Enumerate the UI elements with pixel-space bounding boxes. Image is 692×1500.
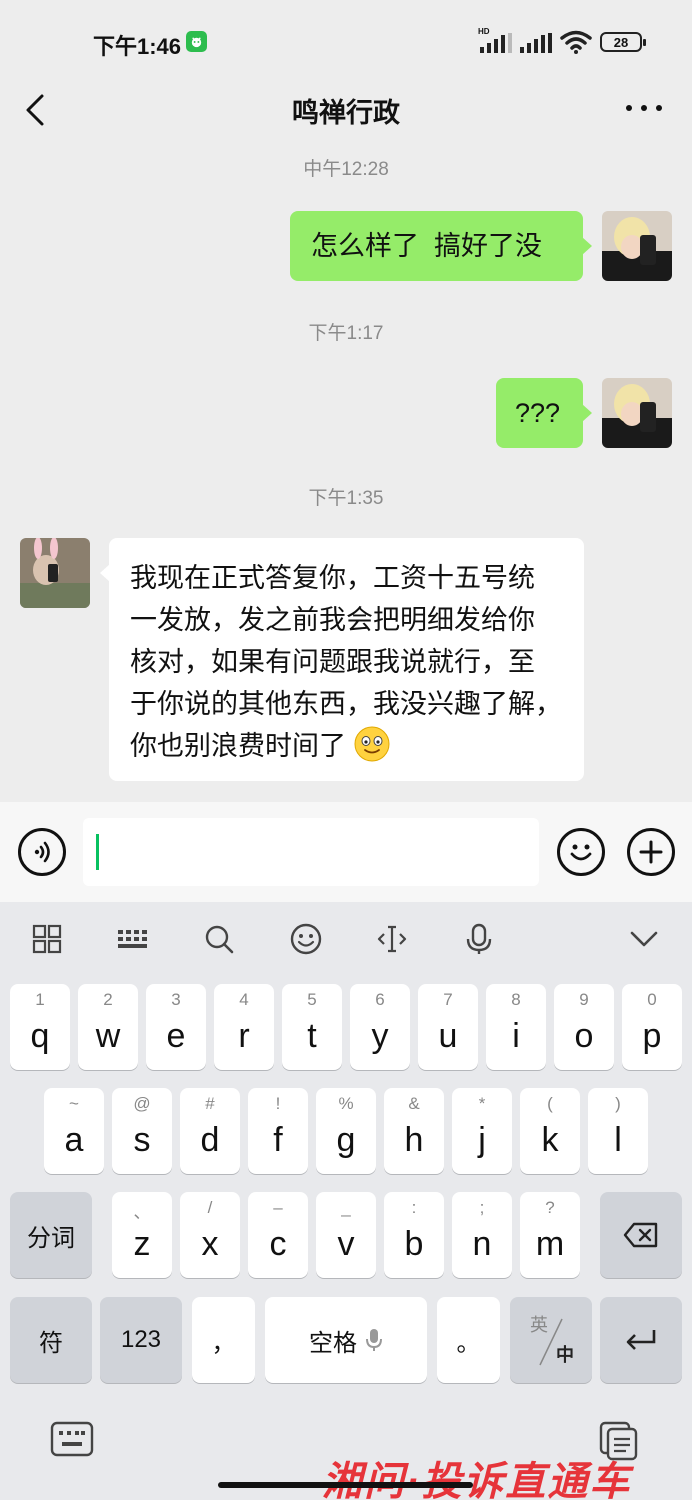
keyboard-layout-icon[interactable] (116, 922, 150, 956)
backspace-icon (623, 1222, 658, 1248)
collapse-keyboard-icon[interactable] (627, 922, 661, 956)
key-f[interactable]: ! f (248, 1088, 308, 1174)
key-y[interactable]: 6y (350, 984, 410, 1070)
emoji-face-icon (570, 844, 592, 861)
period-key[interactable]: 。 (437, 1297, 500, 1383)
word-segment-key[interactable]: 分词 (10, 1192, 92, 1278)
key-q[interactable]: 1q (10, 984, 70, 1070)
timestamp: 下午1:35 (308, 488, 384, 509)
key-j[interactable]: * j (452, 1088, 512, 1174)
key-i[interactable]: 8i (486, 984, 546, 1070)
key-c[interactable]: – c (248, 1192, 308, 1278)
enter-icon (626, 1330, 656, 1350)
text-caret (96, 834, 99, 870)
chat-title: 鸣禅行政 (292, 98, 400, 128)
my-avatar[interactable] (602, 211, 672, 281)
plus-icon (639, 840, 663, 864)
key-m[interactable]: ? m (520, 1192, 580, 1278)
search-icon[interactable] (202, 922, 236, 956)
message-line: 核对，如果有问题跟我说就行，至 (130, 647, 535, 677)
message-bubble-sent[interactable]: 怎么样了 搞好了没 (290, 211, 592, 281)
comma-key[interactable]: ， (192, 1297, 255, 1383)
message-bubble-received[interactable]: 我现在正式答复你，工资十五号统 一发放，发之前我会把明细发给你 核对，如果有问题… (100, 538, 584, 781)
key-t[interactable]: 5t (282, 984, 342, 1070)
message-text: ??? (515, 398, 561, 428)
key-x[interactable]: / x (180, 1192, 240, 1278)
smile-emoji-icon (354, 726, 390, 762)
key-v[interactable]: _ v (316, 1192, 376, 1278)
signal-icon (520, 31, 552, 53)
message-line: 我现在正式答复你，工资十五号统 (130, 563, 535, 593)
key-e[interactable]: 3e (146, 984, 206, 1070)
message-line: 你也别浪费时间了 (130, 731, 346, 761)
message-text: 怎么样了 搞好了没 (311, 231, 543, 261)
keyboard: 1q 2w 3e 4r 5t 6y 7u 8i 9o 0p ~ a @ s # d !… (0, 902, 692, 1500)
key-h[interactable]: & h (384, 1088, 444, 1174)
emoji-button[interactable] (557, 828, 605, 876)
key-b[interactable]: :b (384, 1192, 444, 1278)
chat-header: 鸣禅行政 (0, 80, 692, 146)
home-indicator[interactable] (218, 1482, 473, 1488)
key-o[interactable]: 9o (554, 984, 614, 1070)
message-input-field[interactable] (83, 818, 539, 886)
message-bubble-sent[interactable]: ??? (496, 378, 592, 448)
signal-hd-icon: HD (478, 27, 512, 53)
emoji-icon[interactable] (289, 922, 323, 956)
key-u[interactable]: 7u (418, 984, 478, 1070)
backspace-key[interactable] (600, 1192, 682, 1278)
key-l[interactable]: ) l (588, 1088, 648, 1174)
cursor-move-icon[interactable] (375, 922, 409, 956)
timestamp: 中午12:28 (303, 159, 389, 180)
message-line: 于你说的其他东西，我没兴趣了解， (130, 689, 562, 719)
key-n[interactable]: ; n (452, 1192, 512, 1278)
key-s[interactable]: @ s (112, 1088, 172, 1174)
key-a[interactable]: ~ a (44, 1088, 104, 1174)
language-switch-key[interactable]: 英 中 (510, 1297, 592, 1383)
status-time: 下午1:46 (93, 34, 182, 59)
status-bar: 下午1:46 HD 28 (0, 0, 692, 80)
message-line: 一发放，发之前我会把明细发给你 (130, 605, 535, 635)
wifi-icon (560, 30, 592, 54)
key-p[interactable]: 0p (622, 984, 682, 1070)
voice-input-button[interactable] (18, 828, 66, 876)
voice-icon (34, 841, 50, 863)
contact-avatar[interactable] (20, 538, 90, 608)
battery-level: 28 (613, 34, 629, 50)
microphone-icon[interactable] (462, 922, 496, 956)
battery-icon: 28 (600, 32, 646, 52)
numbers-key[interactable]: 123 (100, 1297, 182, 1383)
message-input-bar (0, 802, 692, 902)
add-more-button[interactable] (627, 828, 675, 876)
key-d[interactable]: # d (180, 1088, 240, 1174)
key-k[interactable]: (k (520, 1088, 580, 1174)
space-key[interactable]: 空格 (265, 1297, 427, 1383)
watermark: 湘问·投诉直通车 (322, 1460, 632, 1500)
my-avatar[interactable] (602, 378, 672, 448)
key-w[interactable]: 2w (78, 984, 138, 1070)
key-g[interactable]: % g (316, 1088, 376, 1174)
key-r[interactable]: 4r (214, 984, 274, 1070)
key-z[interactable]: 、 z (112, 1192, 172, 1278)
enter-key[interactable] (600, 1297, 682, 1383)
keyboard-switch-icon[interactable] (50, 1420, 94, 1460)
timestamp: 下午1:17 (308, 323, 384, 344)
space-mic-icon (366, 1329, 382, 1351)
app-notification-icon (186, 31, 207, 52)
symbols-key[interactable]: 符 (10, 1297, 92, 1383)
apps-grid-icon[interactable] (30, 922, 64, 956)
more-options-icon[interactable] (626, 102, 662, 114)
